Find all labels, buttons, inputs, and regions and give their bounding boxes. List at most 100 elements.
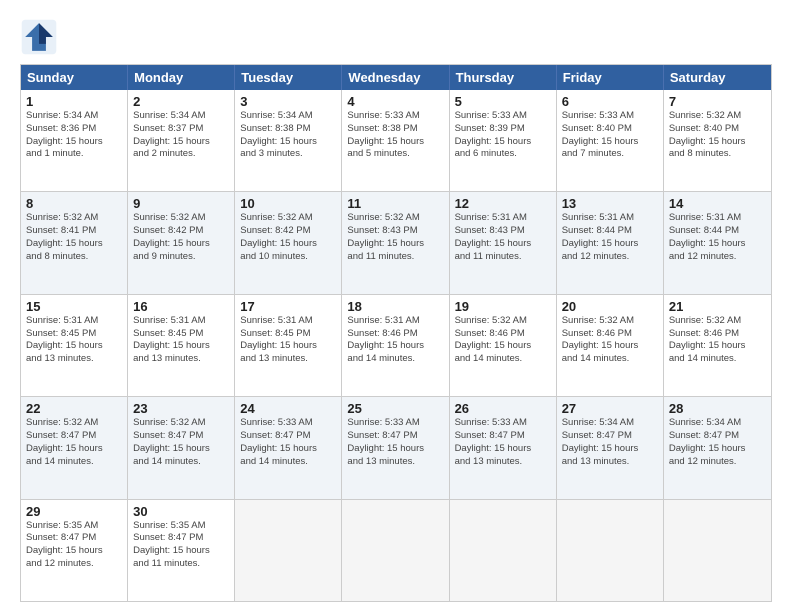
day-info: Sunrise: 5:31 AMSunset: 8:45 PMDaylight:… xyxy=(26,315,122,366)
day-cell-24: 24Sunrise: 5:33 AMSunset: 8:47 PMDayligh… xyxy=(235,397,342,498)
day-number: 5 xyxy=(455,94,551,109)
day-cell-26: 26Sunrise: 5:33 AMSunset: 8:47 PMDayligh… xyxy=(450,397,557,498)
day-info: Sunrise: 5:33 AMSunset: 8:39 PMDaylight:… xyxy=(455,110,551,161)
day-number: 30 xyxy=(133,504,229,519)
day-info: Sunrise: 5:32 AMSunset: 8:40 PMDaylight:… xyxy=(669,110,766,161)
logo-icon xyxy=(20,18,58,56)
day-number: 23 xyxy=(133,401,229,416)
day-info: Sunrise: 5:34 AMSunset: 8:38 PMDaylight:… xyxy=(240,110,336,161)
day-info: Sunrise: 5:33 AMSunset: 8:47 PMDaylight:… xyxy=(347,417,443,468)
day-cell-11: 11Sunrise: 5:32 AMSunset: 8:43 PMDayligh… xyxy=(342,192,449,293)
day-cell-15: 15Sunrise: 5:31 AMSunset: 8:45 PMDayligh… xyxy=(21,295,128,396)
day-number: 29 xyxy=(26,504,122,519)
day-cell-8: 8Sunrise: 5:32 AMSunset: 8:41 PMDaylight… xyxy=(21,192,128,293)
day-number: 24 xyxy=(240,401,336,416)
day-cell-3: 3Sunrise: 5:34 AMSunset: 8:38 PMDaylight… xyxy=(235,90,342,191)
day-cell-19: 19Sunrise: 5:32 AMSunset: 8:46 PMDayligh… xyxy=(450,295,557,396)
day-number: 21 xyxy=(669,299,766,314)
day-info: Sunrise: 5:32 AMSunset: 8:41 PMDaylight:… xyxy=(26,212,122,263)
header-day-tuesday: Tuesday xyxy=(235,65,342,90)
day-number: 19 xyxy=(455,299,551,314)
day-cell-4: 4Sunrise: 5:33 AMSunset: 8:38 PMDaylight… xyxy=(342,90,449,191)
day-cell-21: 21Sunrise: 5:32 AMSunset: 8:46 PMDayligh… xyxy=(664,295,771,396)
day-info: Sunrise: 5:31 AMSunset: 8:45 PMDaylight:… xyxy=(240,315,336,366)
day-info: Sunrise: 5:31 AMSunset: 8:44 PMDaylight:… xyxy=(562,212,658,263)
day-cell-7: 7Sunrise: 5:32 AMSunset: 8:40 PMDaylight… xyxy=(664,90,771,191)
day-number: 13 xyxy=(562,196,658,211)
calendar-row-2: 15Sunrise: 5:31 AMSunset: 8:45 PMDayligh… xyxy=(21,295,771,397)
day-info: Sunrise: 5:32 AMSunset: 8:46 PMDaylight:… xyxy=(669,315,766,366)
day-info: Sunrise: 5:32 AMSunset: 8:42 PMDaylight:… xyxy=(240,212,336,263)
day-cell-13: 13Sunrise: 5:31 AMSunset: 8:44 PMDayligh… xyxy=(557,192,664,293)
day-info: Sunrise: 5:33 AMSunset: 8:47 PMDaylight:… xyxy=(455,417,551,468)
day-number: 25 xyxy=(347,401,443,416)
day-number: 9 xyxy=(133,196,229,211)
day-number: 11 xyxy=(347,196,443,211)
day-number: 14 xyxy=(669,196,766,211)
calendar-header: SundayMondayTuesdayWednesdayThursdayFrid… xyxy=(21,65,771,90)
day-cell-28: 28Sunrise: 5:34 AMSunset: 8:47 PMDayligh… xyxy=(664,397,771,498)
day-number: 22 xyxy=(26,401,122,416)
header-day-thursday: Thursday xyxy=(450,65,557,90)
day-number: 12 xyxy=(455,196,551,211)
day-cell-6: 6Sunrise: 5:33 AMSunset: 8:40 PMDaylight… xyxy=(557,90,664,191)
day-number: 15 xyxy=(26,299,122,314)
calendar-body: 1Sunrise: 5:34 AMSunset: 8:36 PMDaylight… xyxy=(21,90,771,601)
header-day-monday: Monday xyxy=(128,65,235,90)
day-number: 7 xyxy=(669,94,766,109)
day-cell-9: 9Sunrise: 5:32 AMSunset: 8:42 PMDaylight… xyxy=(128,192,235,293)
day-info: Sunrise: 5:32 AMSunset: 8:47 PMDaylight:… xyxy=(133,417,229,468)
day-info: Sunrise: 5:31 AMSunset: 8:46 PMDaylight:… xyxy=(347,315,443,366)
day-cell-25: 25Sunrise: 5:33 AMSunset: 8:47 PMDayligh… xyxy=(342,397,449,498)
day-number: 26 xyxy=(455,401,551,416)
day-cell-20: 20Sunrise: 5:32 AMSunset: 8:46 PMDayligh… xyxy=(557,295,664,396)
calendar: SundayMondayTuesdayWednesdayThursdayFrid… xyxy=(20,64,772,602)
day-number: 6 xyxy=(562,94,658,109)
day-number: 4 xyxy=(347,94,443,109)
day-cell-2: 2Sunrise: 5:34 AMSunset: 8:37 PMDaylight… xyxy=(128,90,235,191)
header-day-wednesday: Wednesday xyxy=(342,65,449,90)
day-info: Sunrise: 5:32 AMSunset: 8:43 PMDaylight:… xyxy=(347,212,443,263)
day-number: 17 xyxy=(240,299,336,314)
day-info: Sunrise: 5:34 AMSunset: 8:47 PMDaylight:… xyxy=(562,417,658,468)
day-cell-12: 12Sunrise: 5:31 AMSunset: 8:43 PMDayligh… xyxy=(450,192,557,293)
day-info: Sunrise: 5:31 AMSunset: 8:45 PMDaylight:… xyxy=(133,315,229,366)
day-info: Sunrise: 5:32 AMSunset: 8:46 PMDaylight:… xyxy=(455,315,551,366)
calendar-row-0: 1Sunrise: 5:34 AMSunset: 8:36 PMDaylight… xyxy=(21,90,771,192)
header-day-saturday: Saturday xyxy=(664,65,771,90)
day-cell-14: 14Sunrise: 5:31 AMSunset: 8:44 PMDayligh… xyxy=(664,192,771,293)
day-info: Sunrise: 5:32 AMSunset: 8:42 PMDaylight:… xyxy=(133,212,229,263)
day-cell-17: 17Sunrise: 5:31 AMSunset: 8:45 PMDayligh… xyxy=(235,295,342,396)
day-cell-1: 1Sunrise: 5:34 AMSunset: 8:36 PMDaylight… xyxy=(21,90,128,191)
day-number: 8 xyxy=(26,196,122,211)
day-info: Sunrise: 5:33 AMSunset: 8:40 PMDaylight:… xyxy=(562,110,658,161)
day-number: 28 xyxy=(669,401,766,416)
day-cell-empty-4-2 xyxy=(235,500,342,601)
day-cell-empty-4-3 xyxy=(342,500,449,601)
day-number: 18 xyxy=(347,299,443,314)
day-info: Sunrise: 5:34 AMSunset: 8:47 PMDaylight:… xyxy=(669,417,766,468)
day-info: Sunrise: 5:31 AMSunset: 8:43 PMDaylight:… xyxy=(455,212,551,263)
day-number: 1 xyxy=(26,94,122,109)
day-info: Sunrise: 5:35 AMSunset: 8:47 PMDaylight:… xyxy=(26,520,122,571)
day-cell-30: 30Sunrise: 5:35 AMSunset: 8:47 PMDayligh… xyxy=(128,500,235,601)
logo xyxy=(20,18,62,56)
day-cell-16: 16Sunrise: 5:31 AMSunset: 8:45 PMDayligh… xyxy=(128,295,235,396)
day-number: 20 xyxy=(562,299,658,314)
day-info: Sunrise: 5:33 AMSunset: 8:38 PMDaylight:… xyxy=(347,110,443,161)
calendar-row-3: 22Sunrise: 5:32 AMSunset: 8:47 PMDayligh… xyxy=(21,397,771,499)
day-cell-empty-4-4 xyxy=(450,500,557,601)
day-cell-27: 27Sunrise: 5:34 AMSunset: 8:47 PMDayligh… xyxy=(557,397,664,498)
day-cell-23: 23Sunrise: 5:32 AMSunset: 8:47 PMDayligh… xyxy=(128,397,235,498)
day-cell-18: 18Sunrise: 5:31 AMSunset: 8:46 PMDayligh… xyxy=(342,295,449,396)
day-cell-29: 29Sunrise: 5:35 AMSunset: 8:47 PMDayligh… xyxy=(21,500,128,601)
day-info: Sunrise: 5:32 AMSunset: 8:47 PMDaylight:… xyxy=(26,417,122,468)
day-number: 16 xyxy=(133,299,229,314)
day-number: 3 xyxy=(240,94,336,109)
day-info: Sunrise: 5:33 AMSunset: 8:47 PMDaylight:… xyxy=(240,417,336,468)
day-info: Sunrise: 5:34 AMSunset: 8:36 PMDaylight:… xyxy=(26,110,122,161)
day-number: 27 xyxy=(562,401,658,416)
day-info: Sunrise: 5:34 AMSunset: 8:37 PMDaylight:… xyxy=(133,110,229,161)
header-day-sunday: Sunday xyxy=(21,65,128,90)
day-cell-empty-4-5 xyxy=(557,500,664,601)
